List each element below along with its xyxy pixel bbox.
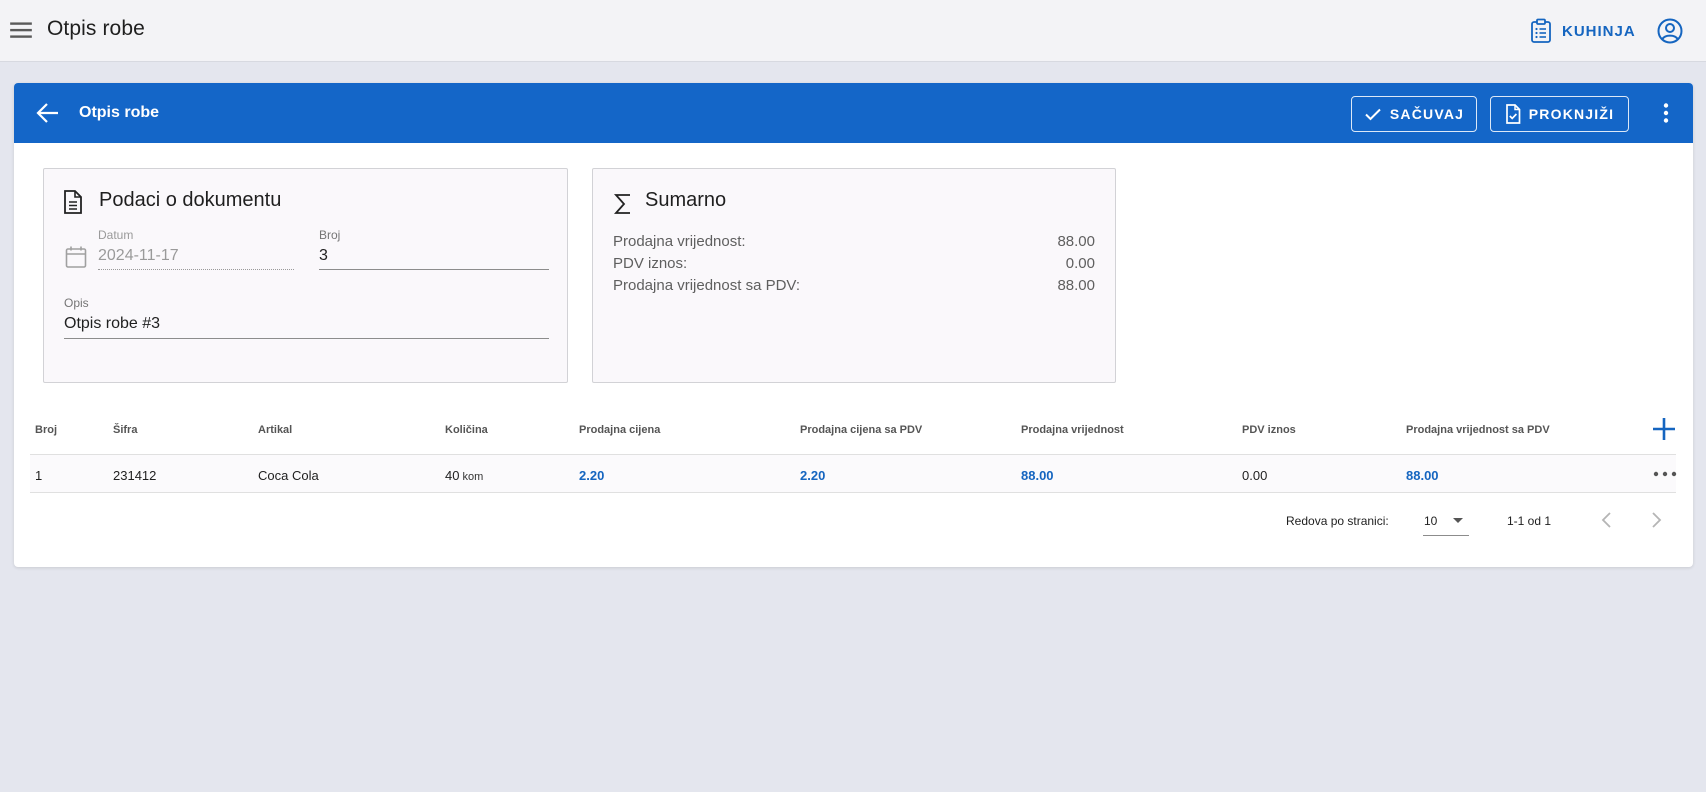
cell-prodajna-cijena-pdv[interactable]: 2.20	[800, 468, 825, 483]
description-field[interactable]: Otpis robe #3	[64, 315, 160, 333]
summary-value: 0.00	[1065, 255, 1095, 272]
more-horiz-icon[interactable]	[1652, 462, 1678, 486]
save-button[interactable]: SAČUVAJ	[1351, 96, 1477, 132]
number-field-underline	[319, 269, 549, 270]
date-field-underline	[98, 269, 294, 270]
summary-label: PDV iznos:	[613, 255, 688, 272]
cell-sifra: 231412	[113, 468, 157, 483]
rows-per-page-select[interactable]: 10	[1423, 506, 1469, 536]
page-range: 1-1 od 1	[1507, 514, 1552, 528]
rows-per-page-label: Redova po stranici:	[1286, 514, 1389, 528]
date-label: Datum	[98, 228, 134, 242]
app-bar: Otpis robe KUHINJA	[0, 0, 1706, 62]
cell-prodajna-vrijednost-pdv[interactable]: 88.00	[1406, 468, 1439, 483]
cell-pdv-iznos: 0.00	[1242, 468, 1268, 483]
more-vert-icon[interactable]	[1654, 101, 1678, 125]
summary-value: 88.00	[1057, 277, 1095, 294]
document-panel-title: Podaci o dokumentu	[99, 189, 282, 211]
header-title: Otpis robe	[79, 104, 160, 121]
cell-artikal: Coca Cola	[258, 468, 319, 483]
add-icon[interactable]	[1650, 415, 1678, 443]
summary-row: Prodajna vrijednost: 88.00	[613, 233, 1095, 250]
column-header-kolicina[interactable]: Količina	[445, 424, 488, 436]
date-field[interactable]: 2024-11-17	[98, 247, 179, 265]
column-header-broj[interactable]: Broj	[35, 424, 57, 436]
document-data-panel: Podaci o dokumentu Datum 2024-11-17 Broj…	[43, 168, 568, 383]
quantity-unit: kom	[462, 471, 484, 483]
app-title: Otpis robe	[47, 17, 145, 40]
summary-label: Prodajna vrijednost:	[613, 233, 746, 250]
column-header-prodajna-vrijednost[interactable]: Prodajna vrijednost	[1021, 424, 1124, 436]
number-field[interactable]: 3	[319, 247, 328, 265]
summary-row: PDV iznos: 0.00	[613, 255, 1095, 272]
cell-broj: 1	[35, 468, 43, 483]
document-check-icon	[1505, 104, 1521, 124]
arrow-back-icon[interactable]	[34, 99, 62, 127]
column-header-artikal[interactable]: Artikal	[258, 424, 292, 436]
description-label: Opis	[64, 296, 89, 310]
save-label: SAČUVAJ	[1389, 106, 1465, 122]
document-icon	[64, 190, 82, 214]
sigma-icon	[613, 194, 630, 214]
summary-panel: Sumarno Prodajna vrijednost: 88.00 PDV i…	[592, 168, 1116, 383]
chevron-right-icon[interactable]	[1645, 509, 1667, 531]
account-circle-icon[interactable]	[1656, 17, 1684, 45]
summary-value: 88.00	[1057, 233, 1095, 250]
number-label: Broj	[319, 228, 341, 242]
column-header-sifra[interactable]: Šifra	[113, 424, 137, 436]
rows-per-page-value: 10	[1424, 514, 1438, 528]
quantity-value: 40	[445, 468, 460, 483]
caret-down-icon	[1453, 518, 1463, 523]
column-header-prodajna-cijena-pdv[interactable]: Prodajna cijena sa PDV	[800, 424, 922, 436]
cell-prodajna-cijena[interactable]: 2.20	[579, 468, 604, 483]
calendar-icon[interactable]	[64, 245, 88, 269]
column-header-pdv-iznos[interactable]: PDV iznos	[1242, 424, 1296, 436]
document-card: Otpis robe SAČUVAJ PROKNJIŽI Podaci o do…	[14, 83, 1693, 567]
summary-row: Prodajna vrijednost sa PDV: 88.00	[613, 277, 1095, 294]
summary-label: Prodajna vrijednost sa PDV:	[613, 277, 801, 294]
kitchen-button[interactable]: KUHINJA	[1524, 14, 1642, 48]
table-row[interactable]: 1 231412 Coca Cola 40 kom 2.20 2.20 88.00…	[30, 455, 1678, 493]
post-button[interactable]: PROKNJIŽI	[1490, 96, 1629, 132]
card-header: Otpis robe SAČUVAJ PROKNJIŽI	[14, 83, 1693, 143]
menu-icon[interactable]	[8, 17, 34, 43]
description-field-underline	[64, 338, 549, 339]
table-header: Broj Šifra Artikal Količina Prodajna cij…	[30, 403, 1676, 455]
post-label: PROKNJIŽI	[1528, 106, 1615, 122]
check-icon	[1365, 108, 1381, 121]
kitchen-label: KUHINJA	[1562, 22, 1636, 40]
cell-prodajna-vrijednost[interactable]: 88.00	[1021, 468, 1054, 483]
column-header-prodajna-cijena[interactable]: Prodajna cijena	[579, 424, 660, 436]
cell-kolicina: 40 kom	[445, 468, 483, 483]
summary-panel-title: Sumarno	[645, 189, 727, 211]
chevron-left-icon[interactable]	[1596, 509, 1618, 531]
clipboard-list-icon	[1531, 18, 1551, 43]
column-header-prodajna-vrijednost-pdv[interactable]: Prodajna vrijednost sa PDV	[1406, 424, 1550, 436]
